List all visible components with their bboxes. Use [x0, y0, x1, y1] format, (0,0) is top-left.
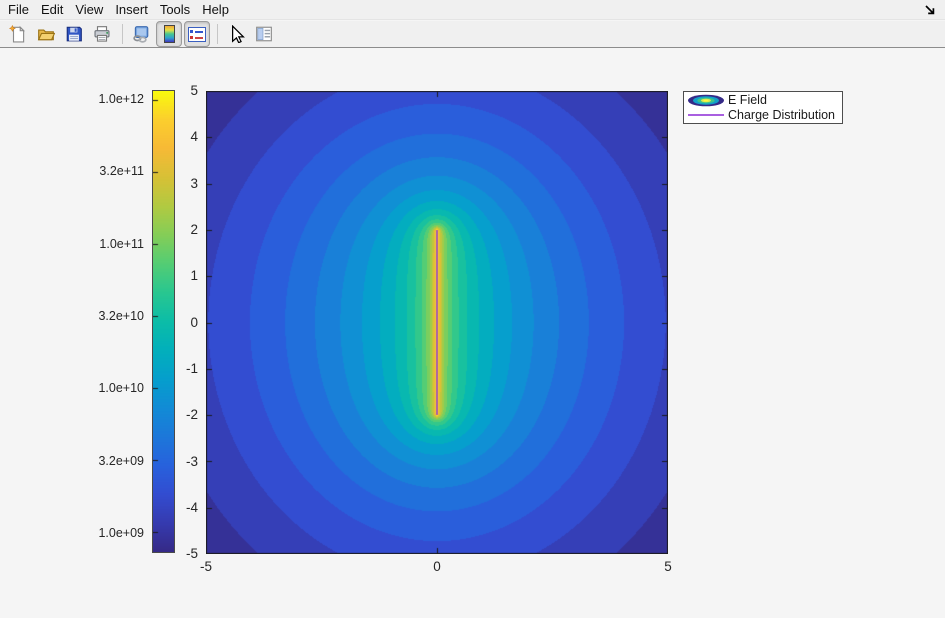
y-tick-label: -1	[172, 361, 198, 376]
toolbar-separator	[217, 24, 218, 44]
y-tick-label: 5	[172, 83, 198, 98]
figure-toolbar	[0, 21, 945, 48]
y-tick-label: 4	[172, 129, 198, 144]
y-tick-label: 2	[172, 222, 198, 237]
property-inspector-icon	[255, 25, 273, 43]
open-folder-icon	[37, 25, 55, 43]
dock-figure-button[interactable]	[921, 2, 939, 18]
contour-canvas[interactable]	[206, 91, 668, 554]
matlab-figure-window: { "menu_bar": { "items": ["File", "Edit"…	[0, 0, 945, 618]
legend-toggle-icon	[188, 27, 206, 42]
y-tick-label: -5	[172, 546, 198, 561]
colorbar-toggle-icon	[164, 25, 175, 43]
colorbar-tick-label: 3.2e+11	[56, 164, 144, 178]
toolbar-separator	[122, 24, 123, 44]
y-tick-label: 3	[172, 176, 198, 191]
property-inspector-button[interactable]	[251, 21, 277, 47]
new-figure-icon	[9, 25, 27, 43]
y-tick-label: -2	[172, 407, 198, 422]
save-figure-button[interactable]	[61, 21, 87, 47]
contour-swatch-icon	[684, 94, 728, 107]
colorbar-tick-label: 3.2e+10	[56, 309, 144, 323]
link-plot-button[interactable]	[128, 21, 154, 47]
x-tick-label: -5	[200, 559, 212, 574]
print-figure-button[interactable]	[89, 21, 115, 47]
open-file-button[interactable]	[33, 21, 59, 47]
legend-label-efield: E Field	[728, 93, 767, 107]
cursor-arrow-icon	[227, 25, 245, 43]
link-plot-icon	[132, 25, 150, 43]
y-tick-label: -3	[172, 454, 198, 469]
y-tick-label: 0	[172, 315, 198, 330]
save-floppy-icon	[65, 25, 83, 43]
menu-item-view[interactable]: View	[69, 0, 109, 19]
plot-legend[interactable]: E Field Charge Distribution	[683, 91, 843, 124]
x-tick-label: 5	[664, 559, 672, 574]
y-tick-label: -4	[172, 500, 198, 515]
insert-legend-button[interactable]	[184, 21, 210, 47]
printer-icon	[93, 25, 111, 43]
legend-item-efield: E Field	[684, 93, 842, 108]
colorbar-tick-label: 1.0e+09	[56, 526, 144, 540]
menu-item-help[interactable]: Help	[196, 0, 235, 19]
menu-bar: File Edit View Insert Tools Help	[0, 0, 945, 20]
colorbar-tick-label: 1.0e+10	[56, 381, 144, 395]
menu-item-insert[interactable]: Insert	[109, 0, 154, 19]
legend-label-charge: Charge Distribution	[728, 108, 835, 122]
new-figure-button[interactable]	[5, 21, 31, 47]
charge-line-swatch	[684, 114, 728, 116]
menu-item-file[interactable]: File	[2, 0, 35, 19]
colorbar-tick-label: 1.0e+12	[56, 92, 144, 106]
legend-item-charge: Charge Distribution	[684, 108, 842, 123]
y-tick-label: 1	[172, 268, 198, 283]
menu-item-edit[interactable]: Edit	[35, 0, 69, 19]
colorbar-tick-label: 3.2e+09	[56, 454, 144, 468]
insert-colorbar-button[interactable]	[156, 21, 182, 47]
colorbar-tick-label: 1.0e+11	[56, 237, 144, 251]
menu-item-tools[interactable]: Tools	[154, 0, 196, 19]
x-tick-label: 0	[433, 559, 441, 574]
edit-plot-button[interactable]	[223, 21, 249, 47]
dock-arrow-icon	[923, 3, 937, 17]
